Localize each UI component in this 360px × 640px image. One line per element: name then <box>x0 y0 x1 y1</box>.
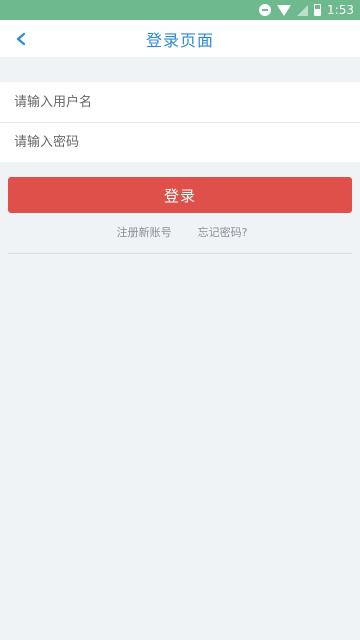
forgot-password-link[interactable]: 忘记密码? <box>194 224 248 242</box>
battery-icon <box>314 4 322 16</box>
login-form <box>0 82 360 162</box>
status-bar: 1:53 <box>0 0 360 20</box>
register-link[interactable]: 注册新账号 <box>113 224 172 242</box>
app-header: 登录页面 <box>0 20 360 57</box>
auxiliary-links: 注册新账号 忘记密码? <box>0 224 360 242</box>
login-button[interactable]: 登录 <box>8 177 352 213</box>
chevron-left-icon <box>16 32 26 45</box>
password-input[interactable] <box>14 123 360 162</box>
status-time: 1:53 <box>327 3 354 17</box>
page-title: 登录页面 <box>145 30 214 50</box>
divider <box>8 253 352 254</box>
password-field-row <box>0 122 360 162</box>
username-field-row <box>0 82 360 122</box>
username-input[interactable] <box>14 82 360 122</box>
do-not-disturb-icon <box>259 4 272 16</box>
back-button[interactable] <box>6 20 36 57</box>
wifi-icon <box>277 4 292 16</box>
signal-icon <box>297 4 309 16</box>
